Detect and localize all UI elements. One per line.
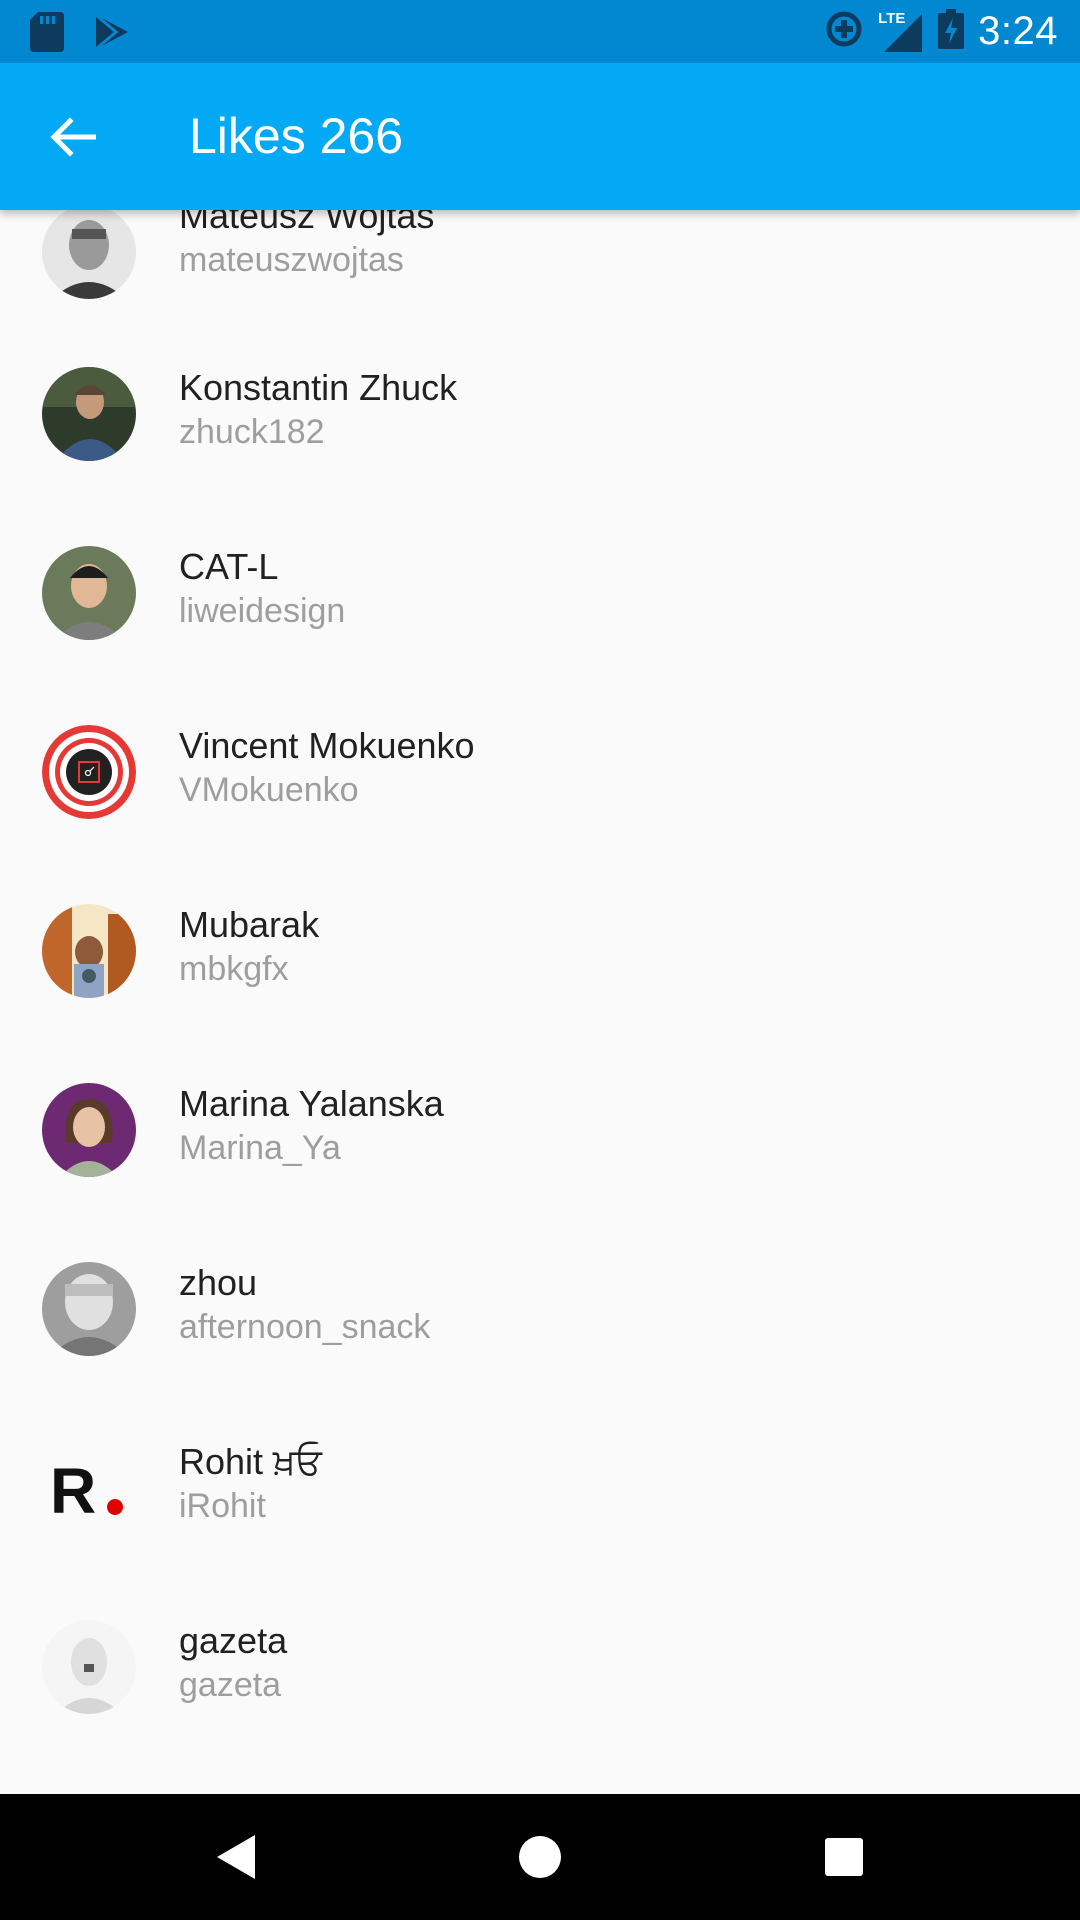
user-name: Vincent Mokuenko [179, 725, 475, 766]
user-name: gazeta [179, 1620, 288, 1661]
user-handle: gazeta [179, 1666, 282, 1704]
avatar [42, 1262, 136, 1356]
navigation-bar [0, 1794, 1080, 1920]
avatar [42, 725, 136, 819]
status-right-icons: LTE 3:24 [824, 0, 1058, 63]
list-item[interactable]: zhou afternoon_snack [0, 1218, 1080, 1397]
user-name: zhou [179, 1262, 258, 1303]
app-bar: Likes 266 [0, 63, 1080, 210]
nav-back-button[interactable] [203, 1824, 269, 1890]
lte-label: LTE [878, 9, 906, 27]
data-saver-icon [824, 9, 864, 54]
user-name: CAT-L [179, 546, 279, 587]
nav-recents-icon [825, 1838, 863, 1876]
status-left-icons [30, 12, 130, 57]
lte-signal-icon: LTE [878, 10, 924, 54]
user-handle: iRohit [179, 1487, 266, 1525]
avatar: R [42, 1441, 136, 1535]
nav-back-icon [217, 1835, 255, 1879]
avatar [42, 205, 136, 299]
list-item[interactable]: CAT-L liweidesign [0, 502, 1080, 681]
play-store-icon [94, 13, 130, 56]
user-name: Mubarak [179, 904, 320, 945]
nav-home-icon [519, 1836, 561, 1878]
page-title: Likes 266 [189, 108, 404, 164]
nav-recents-button[interactable] [811, 1824, 877, 1890]
back-button[interactable] [44, 108, 102, 166]
user-name: Marina Yalanska [179, 1083, 444, 1124]
list-item[interactable]: R Rohit ਖ਼ਓ iRohit [0, 1397, 1080, 1576]
avatar [42, 904, 136, 998]
status-bar: LTE 3:24 [0, 0, 1080, 63]
screen: Mateusz Wojtas mateuszwojtas Konstantin … [0, 0, 1080, 1920]
user-name: Rohit ਖ਼ਓ [179, 1441, 322, 1482]
user-handle: mbkgfx [179, 950, 289, 988]
nav-home-button[interactable] [507, 1824, 573, 1890]
avatar [42, 546, 136, 640]
list-item[interactable]: gazeta gazeta [0, 1576, 1080, 1755]
arrow-left-icon [50, 117, 96, 157]
user-handle: zhuck182 [179, 413, 325, 451]
user-name: Konstantin Zhuck [179, 367, 458, 408]
user-handle: liweidesign [179, 592, 346, 630]
avatar [42, 367, 136, 461]
list-item[interactable]: Vincent Mokuenko VMokuenko [0, 681, 1080, 860]
avatar [42, 1620, 136, 1714]
battery-charging-icon [938, 9, 965, 54]
list-item[interactable]: Konstantin Zhuck zhuck182 [0, 323, 1080, 502]
svg-text:R: R [50, 1455, 96, 1527]
user-handle: afternoon_snack [179, 1308, 431, 1346]
list-item[interactable]: Mubarak mbkgfx [0, 860, 1080, 1039]
user-handle: Marina_Ya [179, 1129, 341, 1167]
status-time: 3:24 [978, 9, 1058, 53]
user-handle: VMokuenko [179, 771, 359, 809]
sd-card-icon [30, 12, 64, 57]
user-handle: mateuszwojtas [179, 241, 404, 279]
list-item[interactable]: Marina Yalanska Marina_Ya [0, 1039, 1080, 1218]
avatar [42, 1083, 136, 1177]
